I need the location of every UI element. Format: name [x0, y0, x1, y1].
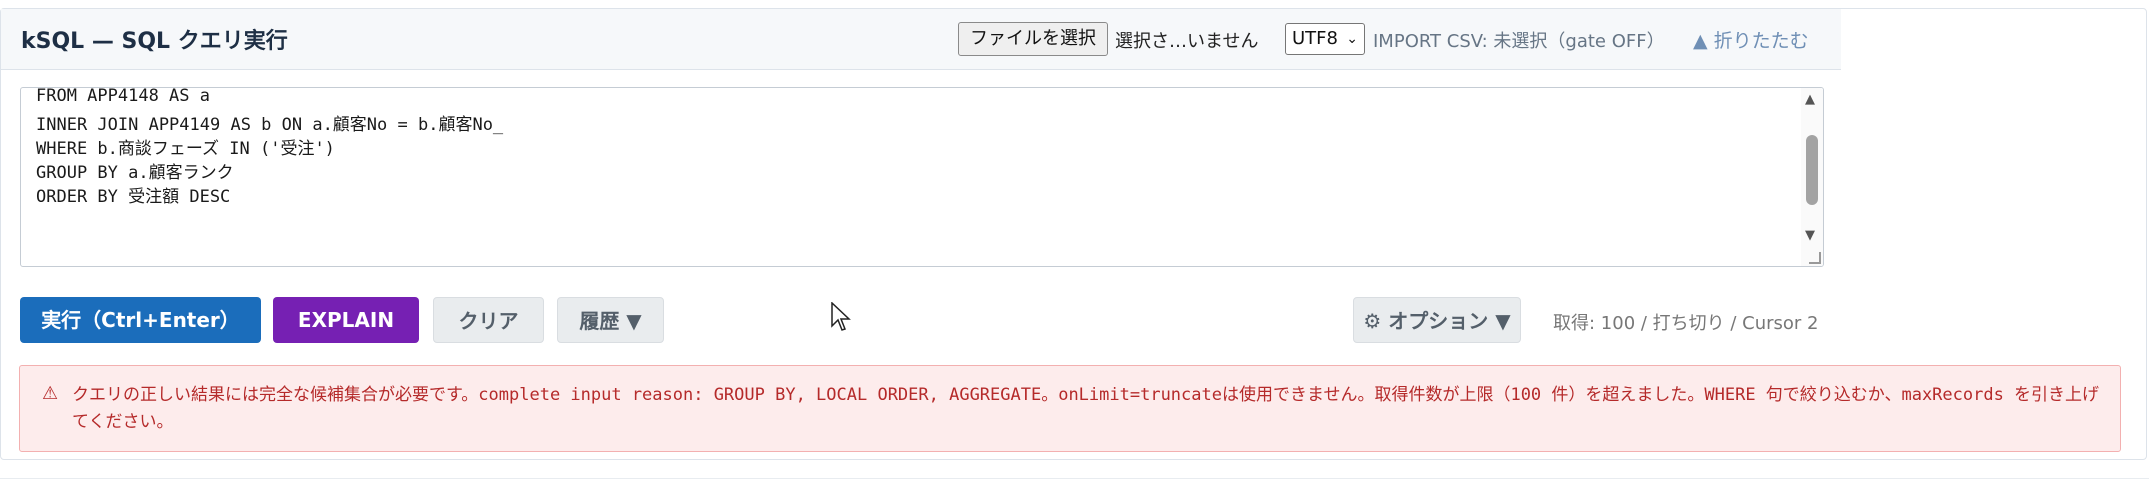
encoding-select-value: UTF8: [1292, 28, 1338, 49]
code-line: INNER JOIN APP4149 AS b ON a.顧客No = b.顧客…: [36, 115, 504, 135]
panel-header: kSQL — SQL クエリ実行 ファイルを選択 選択さ…いません UTF8 ⌄…: [1, 9, 1841, 70]
fetch-status-text: 取得: 100 / 打ち切り / Cursor 2: [1553, 313, 1819, 334]
code-line: FROM APP4148 AS a: [36, 87, 210, 106]
import-csv-status: IMPORT CSV: 未選択（gate OFF）: [1373, 31, 1665, 52]
clear-button[interactable]: クリア: [433, 297, 544, 343]
sql-panel: kSQL — SQL クエリ実行 ファイルを選択 選択さ…いません UTF8 ⌄…: [0, 8, 2147, 460]
mouse-cursor-icon: [831, 302, 851, 331]
scroll-down-arrow-icon[interactable]: ▼: [1805, 228, 1815, 243]
editor-scrollbar[interactable]: ▲ ▼: [1801, 88, 1823, 266]
file-select-button[interactable]: ファイルを選択: [958, 22, 1108, 56]
encoding-select[interactable]: UTF8 ⌄: [1285, 23, 1365, 55]
sql-editor[interactable]: FROM APP4148 AS a INNER JOIN APP4149 AS …: [20, 87, 1824, 267]
error-alert: ⚠ クエリの正しい結果には完全な候補集合が必要です。complete input…: [19, 365, 2121, 452]
error-message: クエリの正しい結果には完全な候補集合が必要です。complete input r…: [72, 385, 2100, 432]
scroll-thumb[interactable]: [1806, 135, 1818, 205]
warning-icon: ⚠: [42, 383, 59, 404]
code-line: ORDER BY 受注額 DESC: [36, 187, 231, 207]
code-line: GROUP BY a.顧客ランク: [36, 163, 234, 183]
history-dropdown-button[interactable]: 履歴 ▼: [557, 297, 664, 343]
run-button[interactable]: 実行（Ctrl+Enter）: [20, 297, 261, 343]
file-status-text: 選択さ…いません: [1115, 31, 1259, 52]
code-line: WHERE b.商談フェーズ IN ('受注'): [36, 139, 335, 159]
options-dropdown-button[interactable]: ⚙ オプション ▼: [1353, 297, 1521, 343]
chevron-down-icon: ⌄: [1346, 31, 1358, 47]
explain-button[interactable]: EXPLAIN: [273, 297, 419, 343]
resize-handle-icon[interactable]: [1809, 252, 1821, 264]
collapse-link[interactable]: ▲ 折りたたむ: [1693, 26, 1809, 53]
page-title: kSQL — SQL クエリ実行: [21, 29, 288, 54]
scroll-up-arrow-icon[interactable]: ▲: [1805, 92, 1815, 107]
